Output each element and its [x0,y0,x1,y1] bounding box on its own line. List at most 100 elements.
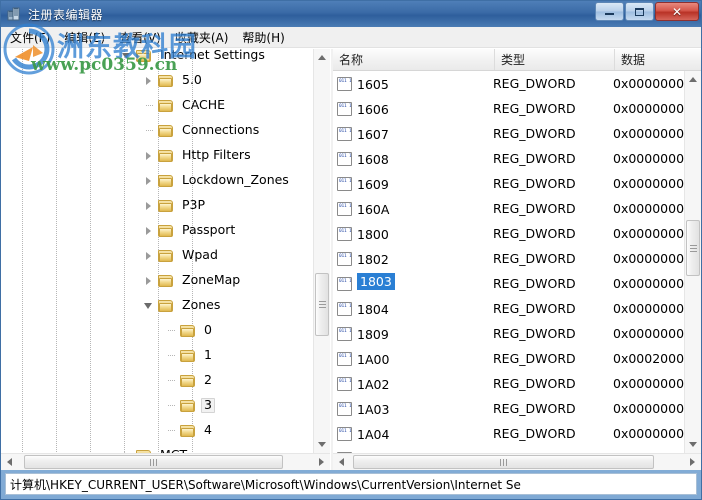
minimize-button[interactable] [595,2,624,21]
registry-tree[interactable]: Internet Settings 5.0 CACHE Connections Http… [1,49,313,453]
menu-item-favorites[interactable]: 收藏夹(A) [168,27,236,48]
binary-glyph: 011 100 [339,103,352,109]
list-vscroll-thumb[interactable] [686,220,701,276]
list-horizontal-scrollbar[interactable] [333,453,701,470]
folder-icon [158,299,174,313]
tree-line-spacer [164,368,180,393]
list-hscroll-track[interactable] [350,454,684,470]
column-header-data[interactable]: 数据 [615,49,701,70]
tree-item[interactable]: Zones [1,293,313,318]
binary-glyph: 011 100 [339,278,352,284]
registry-value-list[interactable]: 011 100 1605 REG_DWORD 0x0000000 011 100 1606… [333,71,685,453]
tree-item[interactable]: 0 [1,318,313,343]
menu-item-view[interactable]: 查看(V) [112,27,168,48]
tree-connector-line [146,130,154,131]
tree-item[interactable]: CACHE [1,93,313,118]
value-data-cell: 0x0000000 [613,401,685,416]
tree-vscroll-track[interactable] [314,66,330,436]
tree-connector-line [168,380,176,381]
list-scroll-left-button[interactable] [333,454,350,470]
tree-vscroll-thumb[interactable] [315,273,329,337]
table-row[interactable]: 011 100 1A03 REG_DWORD 0x0000000 [333,396,684,421]
tree-scroll-left-button[interactable] [1,454,18,470]
table-row[interactable]: 011 100 1803 REG_DWORD 0x0000000 [333,271,684,296]
tree-scroll-down-button[interactable] [314,436,330,453]
tree-item[interactable]: Wpad [1,243,313,268]
tree-item[interactable]: Connections [1,118,313,143]
tree-item[interactable]: ZoneMap [1,268,313,293]
column-header-name[interactable]: 名称 [333,49,495,70]
list-hscroll-thumb[interactable] [353,455,654,469]
name-cell-slot: 1800 [357,224,493,243]
table-row[interactable]: 011 100 1607 REG_DWORD 0x0000000 [333,121,684,146]
expand-triangle-icon[interactable] [142,218,158,243]
value-type-cell: REG_DWORD [493,326,576,341]
table-row[interactable]: 011 100 1809 REG_DWORD 0x0000000 [333,321,684,346]
table-row[interactable]: 011 100 1802 REG_DWORD 0x0000000 [333,246,684,271]
table-row[interactable]: 011 100 1804 REG_DWORD 0x0000000 [333,296,684,321]
expand-triangle-icon[interactable] [142,68,158,93]
tree-item[interactable]: Lockdown_Zones [1,168,313,193]
list-scroll-down-button[interactable] [685,436,701,453]
table-row[interactable]: 011 1001A05REG_DWORD0x0000000 [333,446,684,453]
expand-triangle-icon[interactable] [142,268,158,293]
value-data-cell: 0x0000000 [613,301,685,316]
maximize-button[interactable] [625,2,654,21]
tree-item[interactable]: 5.0 [1,68,313,93]
tree-item[interactable]: 4 [1,418,313,443]
menu-item-file[interactable]: 文件(F) [3,27,57,48]
table-row[interactable]: 011 100 1A04 REG_DWORD 0x0000000 [333,421,684,446]
tree-vertical-scrollbar[interactable] [313,49,330,453]
name-cell-slot: 1608 [357,149,493,168]
table-row[interactable]: 011 100 1605 REG_DWORD 0x0000000 [333,71,684,96]
list-vscroll-track[interactable] [685,88,701,436]
column-header-type[interactable]: 类型 [495,49,615,70]
triangle-icon [146,177,151,185]
expand-triangle-icon[interactable] [120,443,136,453]
triangle-icon [146,202,151,210]
list-scroll-right-button[interactable] [684,454,701,470]
collapse-triangle-icon[interactable] [120,49,136,68]
table-row[interactable]: 011 100 1606 REG_DWORD 0x0000000 [333,96,684,121]
table-row[interactable]: 011 100 1A00 REG_DWORD 0x0002000 [333,346,684,371]
value-type-cell: REG_DWORD [493,101,576,116]
tree-item[interactable]: Internet Settings [1,49,313,68]
tree-item[interactable]: Http Filters [1,143,313,168]
binary-glyph: 011 100 [339,153,352,159]
menu-item-help[interactable]: 帮助(H) [235,27,291,48]
tree-item[interactable]: 1 [1,343,313,368]
folder-icon [158,199,174,213]
tree-scroll-right-button[interactable] [313,454,330,470]
table-row[interactable]: 011 100 1A02 REG_DWORD 0x0000000 [333,371,684,396]
tree-hscroll-track[interactable] [18,454,313,470]
binary-glyph: 011 100 [339,253,352,259]
expand-triangle-icon[interactable] [142,168,158,193]
collapse-triangle-icon[interactable] [142,293,158,318]
tree-connector-line [168,430,176,431]
tree-horizontal-scrollbar[interactable] [1,453,330,470]
tree-hscroll-thumb[interactable] [23,455,284,469]
table-row[interactable]: 011 100 160A REG_DWORD 0x0000000 [333,196,684,221]
list-scroll-up-button[interactable] [685,71,701,88]
tree-item[interactable]: 2 [1,368,313,393]
table-row[interactable]: 011 100 1609 REG_DWORD 0x0000000 [333,171,684,196]
binary-glyph: 011 100 [339,353,352,359]
chevron-up-icon [318,55,326,60]
expand-triangle-icon[interactable] [142,143,158,168]
table-row[interactable]: 011 100 1800 REG_DWORD 0x0000000 [333,221,684,246]
tree-scroll-up-button[interactable] [314,49,330,66]
value-type-cell: REG_DWORD [493,276,576,291]
menu-item-edit[interactable]: 编辑(E) [57,27,112,48]
tree-item[interactable]: 3 [1,393,313,418]
expand-triangle-icon[interactable] [142,243,158,268]
folder-icon [180,374,196,388]
tree-item[interactable]: Passport [1,218,313,243]
tree-item[interactable]: P3P [1,193,313,218]
tree-line-spacer [142,93,158,118]
tree-item[interactable]: MCT [1,443,313,453]
close-button[interactable]: ✕ [655,2,699,21]
list-vertical-scrollbar[interactable] [684,71,701,453]
expand-triangle-icon[interactable] [142,193,158,218]
value-name-cell: 1605 [357,77,389,92]
table-row[interactable]: 011 100 1608 REG_DWORD 0x0000000 [333,146,684,171]
